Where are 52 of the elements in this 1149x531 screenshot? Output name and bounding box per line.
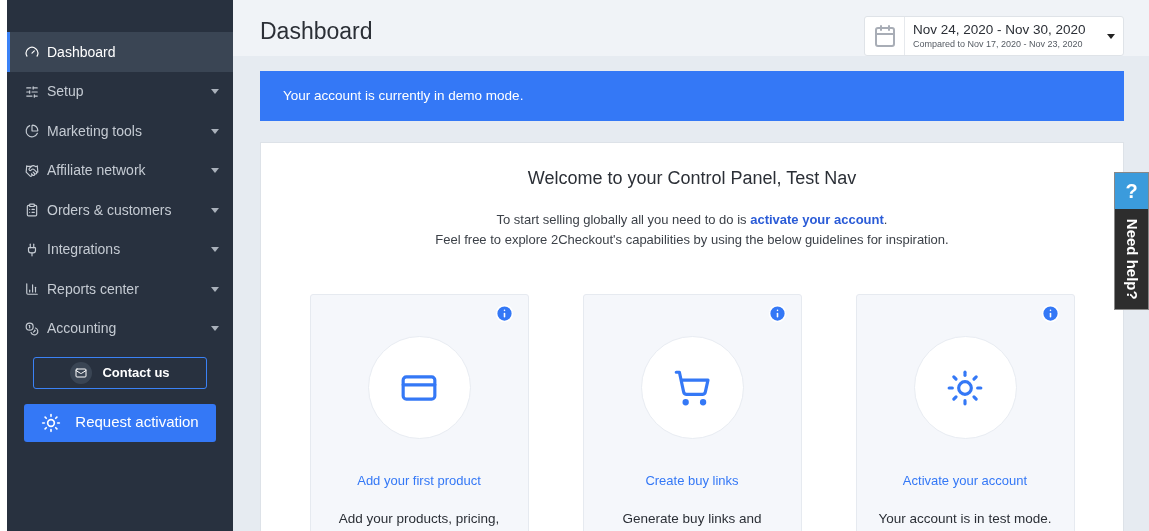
tile-description: Add your products, pricing, <box>338 509 500 528</box>
sidebar-item-label: Orders & customers <box>47 200 173 220</box>
sun-icon <box>946 368 984 407</box>
request-activation-button[interactable]: Request activation <box>24 403 216 442</box>
sidebar-item-label: Dashboard <box>47 42 117 62</box>
sidebar-item[interactable]: Dashboard <box>7 32 233 72</box>
sidebar-item[interactable]: Affiliate network <box>7 151 233 191</box>
tile-description: Your account is in test mode. <box>878 509 1052 528</box>
gauge-icon <box>25 45 39 59</box>
welcome-text: To start selling globally all you need to do is activate your account. Feel free to explore 2Checkout's capabilities by using the below guidelines for inspiration. <box>435 211 949 249</box>
handshake-icon <box>25 163 39 178</box>
info-icon[interactable] <box>494 304 514 323</box>
welcome-title: Welcome to your Control Panel, Test Nav <box>527 167 857 190</box>
caret-icon <box>1107 33 1115 39</box>
sidebar-item-label: Setup <box>47 82 85 102</box>
info-icon[interactable] <box>767 304 787 323</box>
date-range: Nov 24, 2020 - Nov 30, 2020 <box>913 21 1087 39</box>
sidebar-item-label: Affiliate network <box>47 161 147 181</box>
sidebar-item[interactable]: Orders & customers <box>7 190 233 230</box>
help-mark: ? <box>1115 173 1148 209</box>
tile-link[interactable]: Activate your account <box>902 471 1028 491</box>
sidebar-item-label: Reports center <box>47 279 140 299</box>
clipboard-icon <box>25 203 39 218</box>
sidebar-item[interactable]: Setup <box>7 72 233 112</box>
activate-account-link[interactable]: activate your account <box>750 212 884 227</box>
mail-icon <box>70 361 93 384</box>
contact-us-button[interactable]: Contact us <box>33 356 207 389</box>
sidebar-item-label: Marketing tools <box>47 121 143 141</box>
tile-description: Generate buy links and <box>622 509 762 528</box>
demo-mode-banner: Your account is currently in demo mode. <box>260 71 1124 121</box>
help-tab[interactable]: ? Need help? <box>1114 172 1149 310</box>
plug-icon <box>25 242 39 257</box>
date-range-picker[interactable]: Nov 24, 2020 - Nov 30, 2020 Compared to Nov 17, 2020 - Nov 23, 2020 <box>864 16 1124 56</box>
pie-chart-icon <box>25 124 39 139</box>
info-icon[interactable] <box>1040 304 1060 323</box>
calendar-icon <box>872 24 897 48</box>
cart-icon <box>673 368 711 407</box>
sidebar-item-label: Accounting <box>47 319 118 339</box>
sidebar-item[interactable]: Accounting <box>7 309 233 349</box>
sliders-icon <box>25 84 39 99</box>
bar-chart-icon <box>25 282 39 297</box>
sun-icon <box>41 412 62 433</box>
sidebar-item-label: Integrations <box>47 240 122 260</box>
tile-link[interactable]: Add your first product <box>357 471 481 491</box>
sidebar-item[interactable]: Reports center <box>7 269 233 309</box>
tile-link[interactable]: Create buy links <box>645 471 739 491</box>
page-title: Dashboard <box>260 17 373 46</box>
coins-icon <box>25 321 39 336</box>
help-label: Need help? <box>1122 218 1142 300</box>
sidebar-item[interactable]: Integrations <box>7 230 233 270</box>
sidebar-item[interactable]: Marketing tools <box>7 111 233 151</box>
comparison-range: Compared to Nov 17, 2020 - Nov 23, 2020 <box>913 38 1084 51</box>
